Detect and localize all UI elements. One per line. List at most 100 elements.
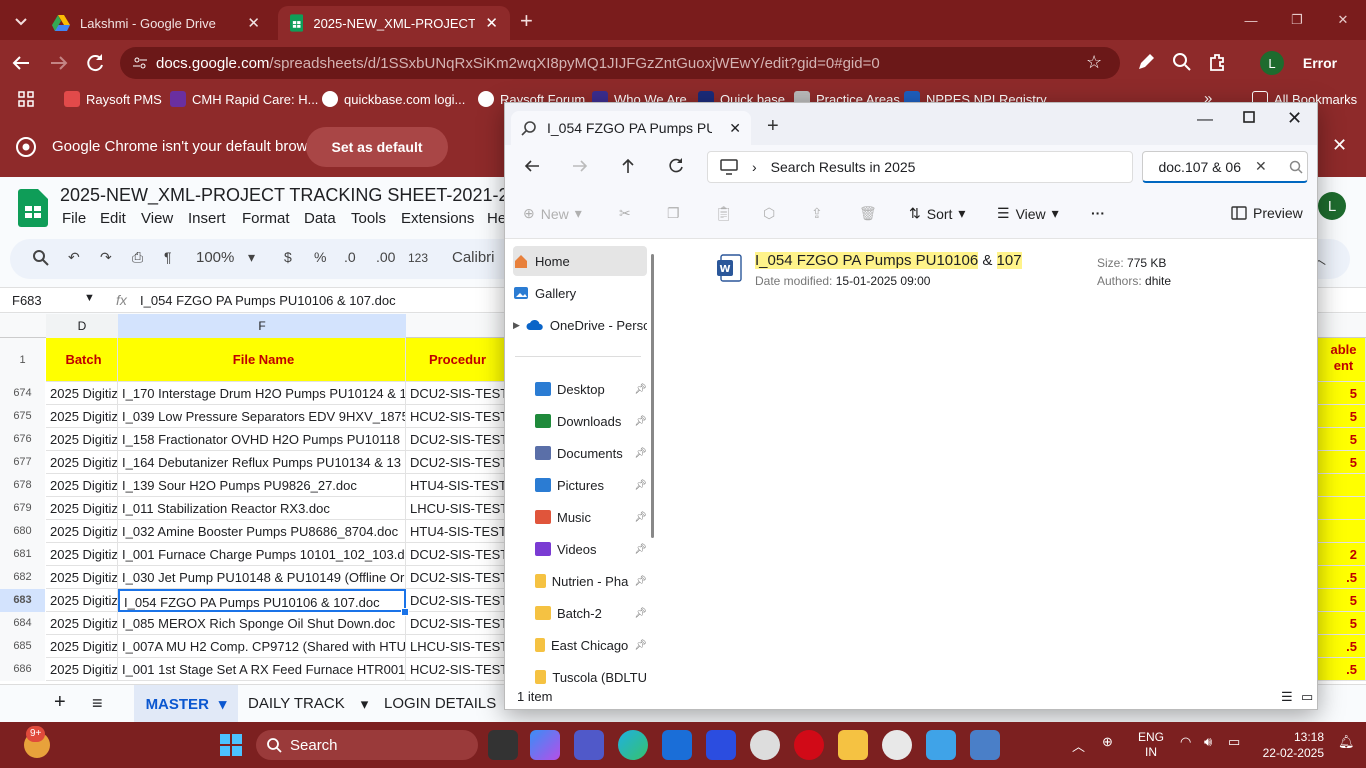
close-infobar-icon[interactable]: ✕ [1332, 135, 1347, 156]
pin-icon[interactable]: 📌︎ [634, 608, 647, 619]
nav-item[interactable]: Nutrien - Pha 📌︎ [513, 566, 647, 596]
all-sheets-icon[interactable]: ≡ [92, 693, 103, 714]
pin-icon[interactable]: 📌︎ [634, 480, 647, 491]
app-icon[interactable] [926, 730, 956, 760]
chevron-down-icon[interactable]: ▾ [219, 695, 227, 713]
table-cell[interactable]: I_164 Debutanizer Reflux Pumps PU10134 &… [118, 451, 406, 474]
table-cell[interactable]: HTU4-SIS-TEST [406, 520, 506, 543]
table-cell[interactable]: 2025 Digitiz [46, 474, 118, 497]
network-icon[interactable]: ⊕ [1102, 734, 1113, 750]
app-icon[interactable] [706, 730, 736, 760]
chrome-icon[interactable] [882, 730, 912, 760]
chevron-down-icon[interactable]: ▾ [361, 695, 369, 713]
pin-icon[interactable]: 📌︎ [634, 416, 647, 427]
share-icon[interactable]: ⇪ [811, 205, 823, 222]
table-cell[interactable]: HCU2-SIS-TEST [406, 405, 506, 428]
apps-grid-icon[interactable] [18, 91, 34, 107]
table-cell[interactable]: 2025 Digitiz [46, 497, 118, 520]
minimize-icon[interactable]: — [1197, 111, 1213, 129]
search-input[interactable] [1151, 158, 1241, 175]
percent-format-button[interactable]: % [314, 249, 326, 265]
reload-icon[interactable] [84, 52, 106, 74]
fill-handle[interactable] [401, 608, 409, 616]
row-header[interactable]: 681 [0, 543, 45, 566]
nav-item-home[interactable]: Home [513, 246, 647, 276]
close-window-icon[interactable]: ✕ [1287, 108, 1302, 129]
pin-icon[interactable]: 📌︎ [634, 544, 647, 555]
table-cell[interactable]: DCU2-SIS-TEST [406, 566, 506, 589]
tab-search-icon[interactable] [10, 10, 32, 32]
error-button[interactable]: Error [1296, 49, 1344, 77]
explorer-search-box[interactable]: ✕ [1142, 151, 1308, 183]
table-cell[interactable]: .5 [1318, 658, 1366, 681]
table-cell[interactable]: 5 [1318, 612, 1366, 635]
close-window-icon[interactable]: ✕ [1320, 0, 1366, 40]
store-icon[interactable] [662, 730, 692, 760]
row-header[interactable]: 1 [0, 338, 45, 382]
menu-view[interactable]: View [141, 210, 173, 227]
task-view-icon[interactable] [488, 730, 518, 760]
header-file-name[interactable]: File Name [118, 338, 406, 382]
nav-item[interactable]: Batch-2 📌︎ [513, 598, 647, 628]
menu-file[interactable]: File [62, 210, 86, 227]
table-cell[interactable]: 5 [1318, 589, 1366, 612]
table-cell[interactable]: .5 [1318, 566, 1366, 589]
up-icon[interactable] [619, 157, 637, 175]
chevron-up-icon[interactable]: ︿ [1072, 736, 1085, 755]
table-cell[interactable]: 2025 Digitiz [46, 635, 118, 658]
name-box-dropdown-icon[interactable]: ▼ [84, 292, 95, 304]
table-cell[interactable]: 2025 Digitiz [46, 543, 118, 566]
pin-icon[interactable]: 📌︎ [634, 512, 647, 523]
delete-icon[interactable]: 🗑︎ [859, 205, 877, 222]
table-cell[interactable] [1318, 497, 1366, 520]
chevron-right-icon[interactable]: › [752, 159, 757, 175]
tab-project-sheet[interactable]: 2025-NEW_XML-PROJECT TRAC ✕ [278, 6, 510, 40]
row-header[interactable]: 677 [0, 451, 45, 474]
currency-format-button[interactable]: $ [284, 249, 292, 265]
table-cell[interactable]: LHCU-SIS-TEST [406, 497, 506, 520]
forward-icon[interactable] [48, 52, 70, 74]
nav-item[interactable]: Downloads 📌︎ [513, 406, 647, 436]
table-cell[interactable]: 2025 Digitiz [46, 566, 118, 589]
table-cell[interactable]: I_085 MEROX Rich Sponge Oil Shut Down.do… [118, 612, 406, 635]
decrease-decimal-button[interactable]: .0 [344, 249, 356, 265]
table-cell[interactable]: 2025 Digitiz [46, 451, 118, 474]
sheet-tab-daily-track[interactable]: DAILY TRACK ▾ [248, 695, 368, 713]
sheets-logo-icon[interactable] [18, 189, 48, 227]
font-select[interactable]: Calibri [452, 249, 495, 266]
preview-button[interactable]: Preview [1231, 205, 1303, 221]
opera-icon[interactable] [794, 730, 824, 760]
close-tab-icon[interactable]: ✕ [729, 120, 741, 137]
table-cell[interactable]: I_054 FZGO PA Pumps PU10106 & 107.doc [118, 589, 406, 612]
row-header[interactable]: 680 [0, 520, 45, 543]
close-tab-icon[interactable]: ✕ [485, 14, 498, 32]
table-cell[interactable]: 5 [1318, 451, 1366, 474]
increase-decimal-button[interactable]: .00 [376, 249, 395, 265]
table-cell[interactable]: I_039 Low Pressure Separators EDV 9HXV_1… [118, 405, 406, 428]
name-box[interactable]: F683 [12, 293, 42, 308]
new-button[interactable]: ⊕ New ▾ [523, 205, 582, 222]
table-cell[interactable]: I_139 Sour H2O Pumps PU9826_27.doc [118, 474, 406, 497]
restore-icon[interactable]: ❐ [1274, 0, 1320, 40]
table-cell[interactable]: 2025 Digitiz [46, 658, 118, 681]
redo-icon[interactable]: ↷ [100, 249, 112, 266]
table-cell[interactable]: 2025 Digitiz [46, 428, 118, 451]
table-cell[interactable] [1318, 520, 1366, 543]
menu-tools[interactable]: Tools [351, 210, 386, 227]
chevron-right-icon[interactable]: ▶ [513, 320, 520, 331]
bookmark-star-icon[interactable]: ☆ [1086, 52, 1102, 73]
table-cell[interactable]: 5 [1318, 382, 1366, 405]
taskbar-search[interactable]: Search [256, 730, 478, 760]
profile-avatar[interactable]: L [1260, 51, 1284, 75]
search-menus-icon[interactable] [32, 249, 50, 267]
new-tab-icon[interactable]: + [767, 115, 779, 138]
site-info-icon[interactable] [132, 55, 148, 71]
row-header[interactable]: 686 [0, 658, 45, 681]
table-cell[interactable]: DCU2-SIS-TEST [406, 382, 506, 405]
view-button[interactable]: ☰ View ▾ [997, 205, 1059, 222]
set-as-default-button[interactable]: Set as default [306, 127, 448, 167]
nav-item[interactable]: Tuscola (BDLTU [513, 662, 647, 685]
column-header-f[interactable]: F [118, 314, 406, 338]
back-icon[interactable] [10, 52, 32, 74]
details-view-icon[interactable]: ☰ [1281, 685, 1293, 709]
